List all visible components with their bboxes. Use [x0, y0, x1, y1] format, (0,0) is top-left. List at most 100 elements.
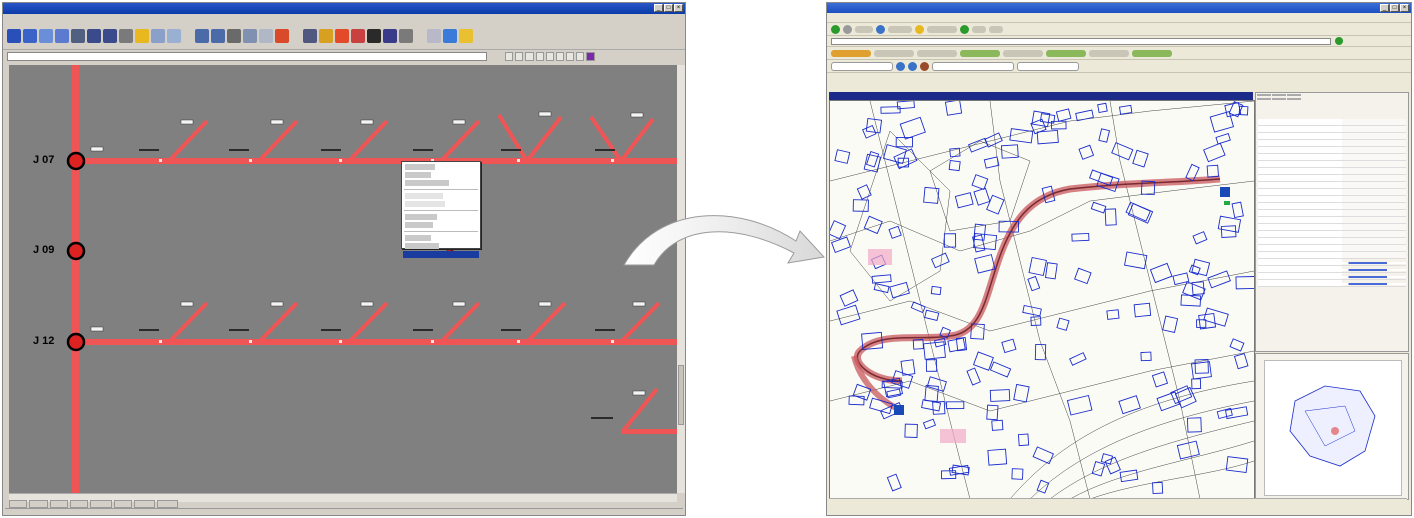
pan-icon[interactable]: [920, 61, 929, 71]
layers-icon[interactable]: [119, 29, 133, 43]
sheet-tab[interactable]: [156, 500, 179, 508]
toolbar-link[interactable]: [831, 49, 871, 57]
context-menu-item[interactable]: [405, 172, 431, 178]
filter-button-6[interactable]: [555, 51, 565, 61]
flag-icon[interactable]: [275, 29, 289, 43]
print-icon[interactable]: [367, 29, 381, 43]
panel-tab[interactable]: [1257, 98, 1271, 100]
toolbar-link[interactable]: [917, 49, 957, 57]
scale-select[interactable]: [932, 61, 1014, 71]
filter-button-active[interactable]: [586, 51, 595, 61]
zoom-out-icon[interactable]: [908, 61, 917, 71]
toolbar-link[interactable]: [1046, 49, 1086, 57]
map-view[interactable]: [829, 100, 1255, 500]
filter-button-7[interactable]: [566, 51, 575, 61]
select-icon[interactable]: [39, 29, 53, 43]
context-menu-item[interactable]: [405, 243, 439, 249]
chart-icon[interactable]: [211, 29, 225, 43]
command-input[interactable]: [7, 51, 487, 61]
layer-select[interactable]: [831, 61, 893, 71]
toolbar-link[interactable]: [1003, 49, 1043, 57]
zoom-in-icon[interactable]: [896, 61, 905, 71]
context-menu-item[interactable]: [405, 180, 449, 186]
panel-tab[interactable]: [1272, 98, 1286, 100]
attribute-link[interactable]: [1342, 273, 1406, 279]
panel-tab[interactable]: [1287, 98, 1301, 100]
toolbar-link[interactable]: [1089, 49, 1129, 57]
refresh-icon[interactable]: [876, 24, 885, 34]
share-icon[interactable]: [443, 29, 457, 43]
history-icon[interactable]: [960, 24, 969, 34]
mail-button[interactable]: [972, 25, 986, 33]
globe-icon[interactable]: [71, 29, 85, 43]
user-icon[interactable]: [319, 29, 333, 43]
panel-tab[interactable]: [1287, 94, 1301, 96]
sheet-tab[interactable]: [49, 500, 69, 508]
forward-button-icon[interactable]: [843, 24, 852, 34]
overview-map[interactable]: [1255, 353, 1409, 500]
context-menu-item-submenu[interactable]: [405, 222, 433, 228]
schematic-canvas[interactable]: J 07 J 09 J 12: [9, 65, 677, 493]
minimize-icon[interactable]: _: [1380, 4, 1389, 12]
search-field[interactable]: [1017, 61, 1079, 71]
minimize-icon[interactable]: _: [654, 4, 663, 12]
filter-button-4[interactable]: [535, 51, 544, 61]
filter-button-8[interactable]: [576, 51, 585, 61]
panel-tab[interactable]: [1272, 94, 1286, 96]
maximize-icon[interactable]: □: [1390, 4, 1399, 12]
document-icon[interactable]: [55, 29, 69, 43]
filter-button-1[interactable]: [505, 51, 514, 61]
settings-icon[interactable]: [399, 29, 413, 43]
maximize-icon[interactable]: □: [664, 4, 673, 12]
home-button[interactable]: [888, 25, 912, 33]
sheet-tab[interactable]: [90, 500, 112, 508]
toolbar-link[interactable]: [874, 49, 914, 57]
list-icon[interactable]: [427, 29, 441, 43]
hierarchy-icon[interactable]: [303, 29, 317, 43]
stop-button[interactable]: [855, 25, 873, 33]
sheet-tab[interactable]: [113, 500, 132, 508]
filter-button-5[interactable]: [545, 51, 554, 61]
favorites-icon[interactable]: [915, 24, 924, 34]
export-icon[interactable]: [383, 29, 397, 43]
tower-icon[interactable]: [227, 29, 241, 43]
table-icon[interactable]: [167, 29, 181, 43]
network-icon[interactable]: [195, 29, 209, 43]
sheet-tab[interactable]: [70, 500, 89, 508]
back-button-icon[interactable]: [831, 24, 840, 34]
toolbar-link[interactable]: [960, 49, 1000, 57]
back-arrow-icon[interactable]: [7, 29, 21, 43]
close-icon[interactable]: ×: [1400, 4, 1409, 12]
search-button[interactable]: [927, 25, 957, 33]
context-menu-item[interactable]: [405, 164, 435, 170]
ruler-icon[interactable]: [259, 29, 273, 43]
context-menu-item[interactable]: [405, 214, 437, 220]
context-menu-item-selected[interactable]: [403, 251, 479, 258]
attribute-link[interactable]: [1342, 259, 1406, 265]
filter-button-3[interactable]: [525, 51, 534, 61]
scrollbar-thumb[interactable]: [678, 365, 684, 425]
print-button[interactable]: [989, 25, 1003, 33]
help-icon[interactable]: [459, 29, 473, 43]
warning-icon[interactable]: [335, 29, 349, 43]
attribute-link[interactable]: [1342, 280, 1406, 286]
filter-button-2[interactable]: [515, 51, 524, 61]
toolbar-link[interactable]: [1132, 49, 1172, 57]
zoom-in-icon[interactable]: [87, 29, 101, 43]
address-input[interactable]: [831, 37, 1331, 45]
zoom-out-icon[interactable]: [103, 29, 117, 43]
pipe-icon[interactable]: [243, 29, 257, 43]
attribute-link[interactable]: [1342, 266, 1406, 272]
grid-icon[interactable]: [151, 29, 165, 43]
close-icon[interactable]: ×: [674, 4, 683, 12]
sheet-tab[interactable]: [29, 500, 48, 508]
sheet-tab[interactable]: [9, 500, 28, 508]
go-icon[interactable]: [1335, 37, 1343, 45]
alarm-icon[interactable]: [351, 29, 365, 43]
sheet-tab[interactable]: [133, 500, 155, 508]
context-menu-item[interactable]: [405, 235, 431, 241]
bulb-icon[interactable]: [135, 29, 149, 43]
panel-tab[interactable]: [1257, 94, 1271, 96]
forward-arrow-icon[interactable]: [23, 29, 37, 43]
vertical-scrollbar[interactable]: [677, 65, 685, 493]
